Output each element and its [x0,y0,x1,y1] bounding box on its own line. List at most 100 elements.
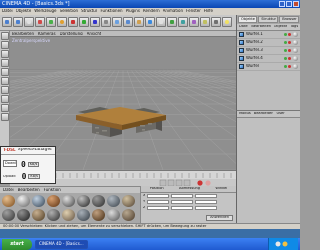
material-menu-edit[interactable]: Bearbeiten [18,188,40,192]
position-y-field[interactable] [147,199,170,204]
rotation-b-field[interactable] [195,205,218,210]
object-row[interactable]: Würfel [237,63,300,71]
render-view-icon[interactable] [112,17,122,27]
menu-werkzeuge[interactable]: Werkzeuge [34,9,56,14]
light-icon[interactable] [222,17,232,27]
deformer-icon[interactable] [189,17,199,27]
redo-icon[interactable] [13,17,23,27]
tweak-mode-icon[interactable] [1,95,9,103]
points-mode-icon[interactable] [1,68,9,76]
material-tag-icon[interactable] [293,31,298,37]
download-unit[interactable]: KB/s [27,161,40,168]
menu-rendern[interactable]: Rendern [143,9,160,14]
cube-icon[interactable] [145,17,155,27]
viewport-menu-view[interactable]: Ansicht [87,32,102,35]
material-swatch[interactable] [77,195,90,207]
animation-mode-icon[interactable] [1,104,9,112]
rotation-h-field[interactable] [195,193,218,198]
menu-funktionen[interactable]: Funktionen [100,9,122,14]
tab-objects[interactable]: Objekte [238,16,258,23]
material-swatch[interactable] [17,209,30,221]
polygons-mode-icon[interactable] [1,86,9,94]
material-menu-file[interactable]: Datei [3,188,14,192]
menu-objekte[interactable]: Objekte [16,9,32,14]
texture-mode-icon[interactable] [1,50,9,58]
menu-hilfe[interactable]: Hilfe [204,9,213,14]
visibility-dots[interactable] [284,32,291,36]
menu-selektion[interactable]: Selektion [60,9,79,14]
size-x-field[interactable] [171,193,194,198]
snap-icon[interactable] [1,113,9,121]
rotate-icon[interactable] [57,17,67,27]
material-swatch[interactable] [77,209,90,221]
menu-animation[interactable]: Animation [163,9,183,14]
camera-icon[interactable] [211,17,221,27]
size-y-field[interactable] [171,199,194,204]
x-axis-icon[interactable] [68,17,78,27]
material-swatch[interactable] [122,209,135,221]
attributes-menu-user[interactable]: User [276,112,284,116]
position-z-field[interactable] [147,205,170,210]
object-mode-icon[interactable] [1,41,9,49]
nurbs-icon[interactable] [167,17,177,27]
upload-unit[interactable]: KB/s [28,173,40,180]
menu-datei[interactable]: Datei [2,9,13,14]
maximize-button[interactable] [286,1,292,7]
axis-mode-icon[interactable] [1,59,9,67]
object-row[interactable]: Würfel.3 [237,47,300,55]
material-tag-icon[interactable] [293,63,298,69]
size-z-field[interactable] [171,205,194,210]
undo-icon[interactable] [2,17,12,27]
visibility-dots[interactable] [284,40,291,44]
material-swatch[interactable] [92,195,105,207]
material-swatch[interactable] [32,195,45,207]
object-row[interactable]: Würfel.1 [237,31,300,39]
material-tag-icon[interactable] [293,55,298,61]
viewport-menu-display[interactable]: Darstellung [60,32,83,35]
menu-plugins[interactable]: Plugins [126,9,140,14]
y-axis-icon[interactable] [79,17,89,27]
objects-menu-tags[interactable]: Tags [290,25,298,29]
rotation-p-field[interactable] [195,199,218,204]
speedmanager-widget[interactable]: T-DSL SpeedManager Download 0 KB/s Uploa… [0,146,56,184]
material-swatch[interactable] [47,209,60,221]
object-row[interactable]: Würfel.2 [237,39,300,47]
visibility-dots[interactable] [284,64,291,68]
objects-menu-objects[interactable]: Objekte [274,25,288,29]
minimize-button[interactable] [279,1,285,7]
material-swatch[interactable] [2,195,15,207]
material-menu-function[interactable]: Funktion [44,188,61,192]
spline-icon[interactable] [156,17,166,27]
scale-icon[interactable] [46,17,56,27]
material-swatch[interactable] [17,195,30,207]
render-settings-icon[interactable] [134,17,144,27]
material-tag-icon[interactable] [293,39,298,45]
material-tag-icon[interactable] [293,47,298,53]
z-axis-icon[interactable] [90,17,100,27]
viewport-menu-edit[interactable]: Bearbeiten [12,32,34,35]
material-swatch[interactable] [2,209,15,221]
apply-button[interactable]: Anwenden [206,215,233,221]
render-picture-icon[interactable] [123,17,133,27]
object-row[interactable]: Würfel.4 [237,55,300,63]
material-swatch[interactable] [107,209,120,221]
viewport-menu-cameras[interactable]: Kameras [38,32,56,35]
scene-icon[interactable] [200,17,210,27]
material-swatch[interactable] [62,195,75,207]
material-swatch[interactable] [92,209,105,221]
menu-struktur[interactable]: Struktur [81,9,97,14]
attributes-menu-mode[interactable]: Modus [239,112,251,116]
objects-menu-file[interactable]: Datei [239,25,248,29]
tab-browser[interactable]: Browser [279,16,299,23]
tab-structure[interactable]: Struktur [258,16,279,23]
menu-fenster[interactable]: Fenster [186,9,201,14]
model-mode-icon[interactable] [1,32,9,40]
coordinate-system-icon[interactable] [101,17,111,27]
position-x-field[interactable] [147,193,170,198]
array-icon[interactable] [178,17,188,27]
start-button[interactable]: start [2,238,32,250]
live-select-icon[interactable] [24,17,34,27]
material-swatch[interactable] [107,195,120,207]
visibility-dots[interactable] [284,48,291,52]
material-swatch[interactable] [62,209,75,221]
